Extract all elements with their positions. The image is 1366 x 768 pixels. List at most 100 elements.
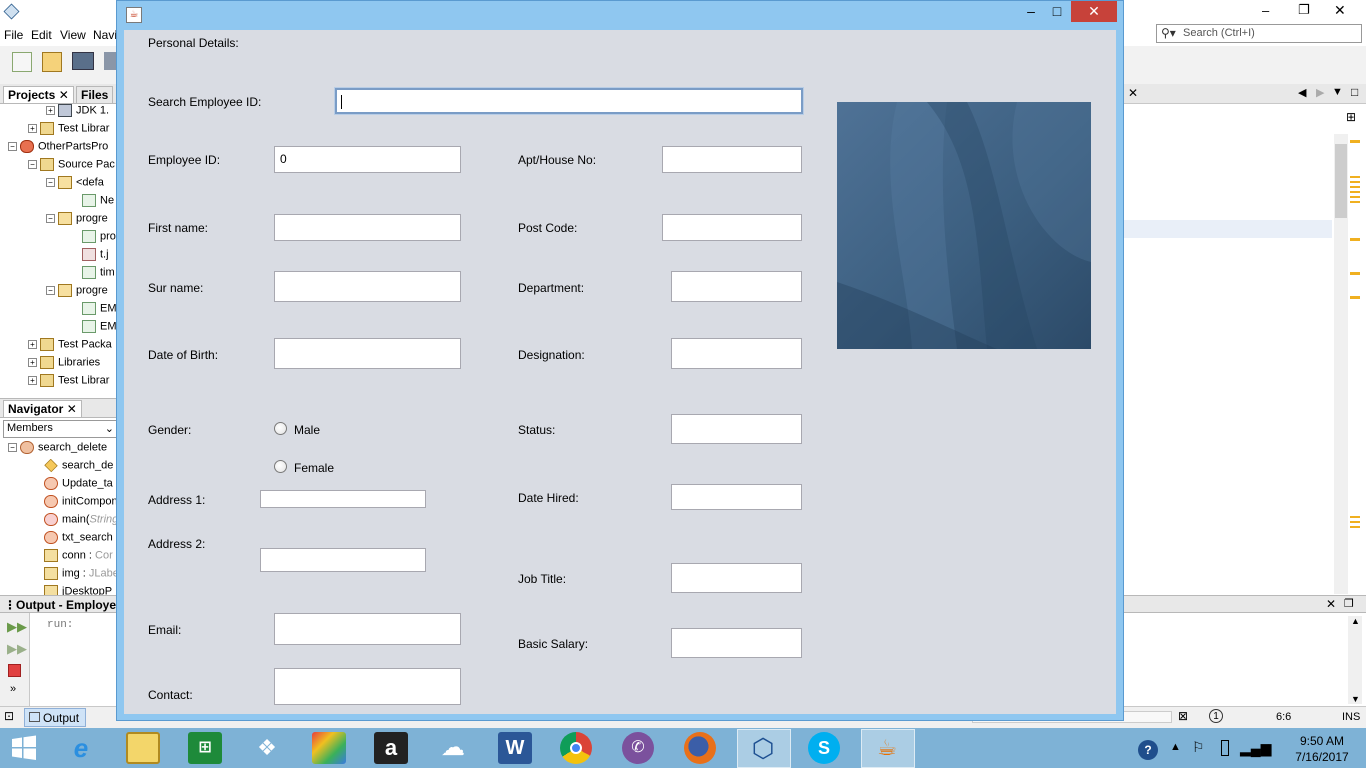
open-project-icon[interactable]: [72, 52, 94, 70]
collapse-icon[interactable]: −: [46, 214, 55, 223]
dialog-minimize-button[interactable]: –: [1018, 1, 1044, 22]
split-editor-icon[interactable]: ⊞: [1346, 110, 1356, 124]
tree-item[interactable]: EM: [0, 320, 118, 338]
tree-item[interactable]: + Test Librar: [0, 122, 118, 140]
puzzle-app-icon[interactable]: [312, 732, 346, 764]
amazon-icon[interactable]: a: [374, 732, 408, 764]
status-field[interactable]: [671, 414, 802, 444]
error-stripe-marker[interactable]: [1350, 516, 1360, 530]
navigator-item[interactable]: initCompon: [0, 495, 118, 513]
scroll-left-icon[interactable]: ◀: [1298, 86, 1306, 99]
tab-files[interactable]: Files: [76, 86, 114, 103]
error-stripe-marker[interactable]: [1350, 272, 1360, 275]
rerun-with-params-icon[interactable]: ▶▶: [7, 641, 27, 657]
collapse-icon[interactable]: −: [28, 160, 37, 169]
tree-item[interactable]: + Libraries: [0, 356, 118, 374]
basic-salary-field[interactable]: [671, 628, 802, 658]
navigator-item[interactable]: − search_delete: [0, 441, 118, 459]
skype-icon[interactable]: S: [808, 732, 840, 764]
navigator-item[interactable]: search_de: [0, 459, 118, 477]
date-of-birth-field[interactable]: [274, 338, 461, 369]
tree-item[interactable]: − <defa: [0, 176, 118, 194]
file-explorer-icon[interactable]: [126, 732, 160, 764]
department-field[interactable]: [671, 271, 802, 302]
output-scrollbar[interactable]: ▲ ▼: [1348, 616, 1362, 704]
members-select[interactable]: Members ⌄: [3, 420, 117, 438]
navigator-item[interactable]: jDesktopP: [0, 585, 118, 595]
employee-photo[interactable]: [837, 102, 1091, 349]
viber-icon[interactable]: ✆: [622, 732, 654, 764]
close-icon[interactable]: ✕: [59, 88, 69, 102]
gender-male-radio[interactable]: [274, 422, 287, 435]
search-employee-input[interactable]: [334, 87, 804, 115]
gender-female-radio[interactable]: [274, 460, 287, 473]
scrollbar-thumb[interactable]: [1335, 144, 1347, 218]
editor-scrollbar[interactable]: [1334, 134, 1348, 594]
close-icon[interactable]: ✕: [1128, 86, 1138, 100]
error-stripe-marker[interactable]: [1350, 176, 1360, 206]
tree-item[interactable]: pro: [0, 230, 118, 248]
address-2-field[interactable]: [260, 548, 426, 572]
tab-list-icon[interactable]: ▼: [1332, 86, 1343, 98]
employee-id-field[interactable]: 0: [274, 146, 461, 173]
java-app-icon[interactable]: ☕: [870, 732, 904, 764]
tree-item[interactable]: tim: [0, 266, 118, 284]
restore-window-icon[interactable]: ❐: [1344, 597, 1354, 610]
navigator-item[interactable]: Update_ta: [0, 477, 118, 495]
tree-item[interactable]: + Test Packa: [0, 338, 118, 356]
error-stripe-marker[interactable]: [1350, 238, 1360, 241]
save-all-icon[interactable]: [104, 52, 116, 70]
designation-field[interactable]: [671, 338, 802, 369]
new-project-icon[interactable]: [42, 52, 62, 72]
stop-icon[interactable]: [8, 664, 21, 677]
scroll-right-icon[interactable]: ▶: [1316, 86, 1324, 99]
show-hidden-icons-icon[interactable]: ▲: [1170, 741, 1181, 753]
close-icon[interactable]: ✕: [1326, 597, 1336, 611]
firefox-icon[interactable]: [684, 732, 716, 764]
battery-icon[interactable]: [1221, 740, 1229, 756]
menu-file[interactable]: File: [4, 28, 23, 42]
collapse-icon[interactable]: −: [8, 142, 17, 151]
new-file-icon[interactable]: [12, 52, 32, 72]
tab-navigator[interactable]: Navigator ✕: [3, 400, 82, 417]
store-icon[interactable]: ⊞: [188, 732, 222, 764]
tree-item[interactable]: Ne: [0, 194, 118, 212]
volume-icon[interactable]: 🔈︎: [1264, 739, 1272, 756]
maximize-window-icon[interactable]: □: [1351, 85, 1358, 99]
tab-projects[interactable]: Projects ✕: [3, 86, 74, 103]
address-1-field[interactable]: [260, 490, 426, 508]
tree-item[interactable]: EM: [0, 302, 118, 320]
info-icon[interactable]: 1: [1209, 709, 1223, 723]
dialog-close-button[interactable]: ✕: [1071, 1, 1117, 22]
navigator-item[interactable]: img : JLabe: [0, 567, 118, 585]
tree-item[interactable]: + Test Librar: [0, 374, 118, 392]
post-code-field[interactable]: [662, 214, 802, 241]
collapse-icon[interactable]: −: [46, 178, 55, 187]
sur-name-field[interactable]: [274, 271, 461, 302]
error-stripe-marker[interactable]: [1350, 140, 1360, 143]
tree-item[interactable]: − progre: [0, 212, 118, 230]
date-hired-field[interactable]: [671, 484, 802, 510]
error-stripe-marker[interactable]: [1350, 296, 1360, 299]
flag-icon[interactable]: ⚐: [1192, 739, 1205, 756]
apt-house-field[interactable]: [662, 146, 802, 173]
tree-item[interactable]: + JDK 1.: [0, 104, 118, 122]
chrome-icon[interactable]: [560, 732, 592, 764]
email-field[interactable]: [274, 613, 461, 645]
expand-icon[interactable]: +: [28, 340, 37, 349]
expand-icon[interactable]: +: [28, 358, 37, 367]
tree-item[interactable]: t.j: [0, 248, 118, 266]
collapse-icon[interactable]: −: [46, 286, 55, 295]
help-tray-icon[interactable]: ?: [1138, 740, 1158, 760]
expand-icon[interactable]: +: [46, 106, 55, 115]
dialog-titlebar[interactable]: [117, 1, 1123, 29]
scroll-up-icon[interactable]: ▲: [1351, 616, 1360, 626]
scroll-down-icon[interactable]: ▼: [1351, 694, 1360, 704]
tree-item[interactable]: − OtherPartsPro: [0, 140, 118, 158]
first-name-field[interactable]: [274, 214, 461, 241]
rerun-icon[interactable]: ▶▶: [7, 619, 27, 635]
internet-explorer-icon[interactable]: e: [64, 732, 98, 764]
virtualbox-icon[interactable]: ⬡: [746, 732, 780, 764]
navigator-item[interactable]: txt_search: [0, 531, 118, 549]
clock[interactable]: 9:50 AM 7/16/2017: [1288, 733, 1356, 765]
